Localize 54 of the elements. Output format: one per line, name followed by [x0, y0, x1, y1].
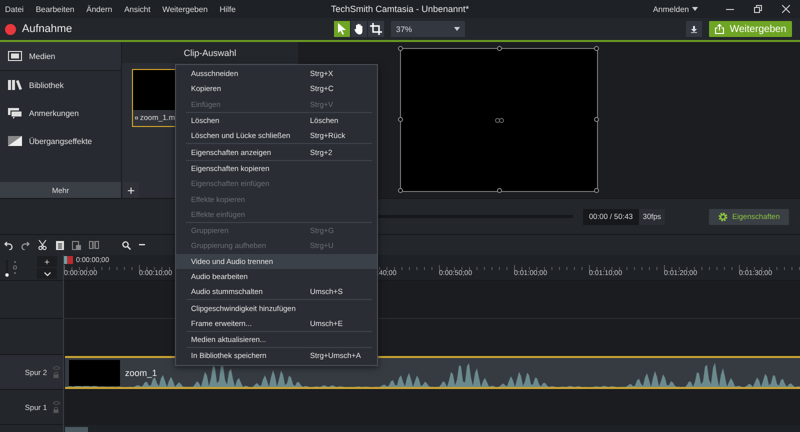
clip-name: zoom_1: [125, 368, 158, 378]
hand-tool-button[interactable]: [351, 21, 367, 37]
window-title: TechSmith Camtasia - Unbenannt*: [330, 4, 470, 14]
chevron-icon: [44, 272, 50, 276]
preview-canvas[interactable]: [400, 48, 598, 192]
menu-item[interactable]: Weitergeben: [156, 4, 214, 14]
clip-thumbnail: [69, 360, 120, 386]
menu-item[interactable]: Ändern: [80, 4, 118, 14]
menu-item[interactable]: Ansicht: [118, 4, 156, 14]
pointer-icon: [337, 23, 347, 35]
scrollbar-thumb[interactable]: [65, 427, 88, 432]
menu-item[interactable]: Datei: [0, 4, 30, 14]
books-icon: [8, 80, 22, 90]
callout-icon: [8, 108, 22, 118]
undo-icon: [4, 240, 13, 250]
download-button[interactable]: [686, 21, 702, 37]
share-icon: [714, 24, 724, 34]
expand-button[interactable]: [37, 268, 57, 279]
account-menu[interactable]: Anmelden: [652, 4, 698, 14]
playhead-marker[interactable]: [64, 256, 73, 264]
crop-icon: [370, 23, 382, 35]
menu-item[interactable]: Bearbeiten: [30, 4, 80, 14]
panel-title: Clip-Auswahl: [122, 42, 298, 63]
menu-item[interactable]: Hilfe: [214, 4, 242, 14]
link-icon: [494, 118, 504, 122]
zoom-dropdown[interactable]: 37%: [391, 21, 465, 37]
clipboard-icon: [72, 240, 81, 250]
caret-icon: [692, 7, 698, 11]
document-icon: [56, 240, 64, 250]
minimize-icon: [726, 8, 734, 10]
close-icon: [782, 5, 790, 13]
redo-icon: [21, 240, 30, 250]
sidebar-item[interactable]: Übergangseffekte: [0, 127, 121, 155]
gear-icon: [718, 212, 728, 222]
minus-icon[interactable]: [139, 244, 145, 246]
restore-icon: [754, 5, 762, 13]
sidebar-item[interactable]: Bibliothek: [0, 71, 121, 99]
split-icon: [88, 241, 98, 249]
record-icon[interactable]: [5, 24, 16, 34]
search-icon[interactable]: [122, 240, 131, 250]
hand-icon: [354, 23, 364, 35]
crop-tool-button[interactable]: [368, 21, 384, 37]
add-button[interactable]: +: [123, 182, 139, 198]
transition-icon: [8, 136, 22, 146]
scissors-icon: [38, 240, 47, 250]
record-label[interactable]: Aufnahme: [22, 23, 72, 35]
caret-icon: [454, 27, 460, 31]
zoom-slider-icon[interactable]: [5, 258, 19, 276]
sidebar-item[interactable]: Anmerkungen: [0, 99, 121, 127]
download-icon: [691, 26, 697, 32]
add-track-button[interactable]: +: [37, 256, 57, 267]
sidebar-item[interactable]: Medien: [0, 42, 121, 71]
film-icon: [8, 51, 22, 61]
film-icon: [135, 114, 138, 120]
